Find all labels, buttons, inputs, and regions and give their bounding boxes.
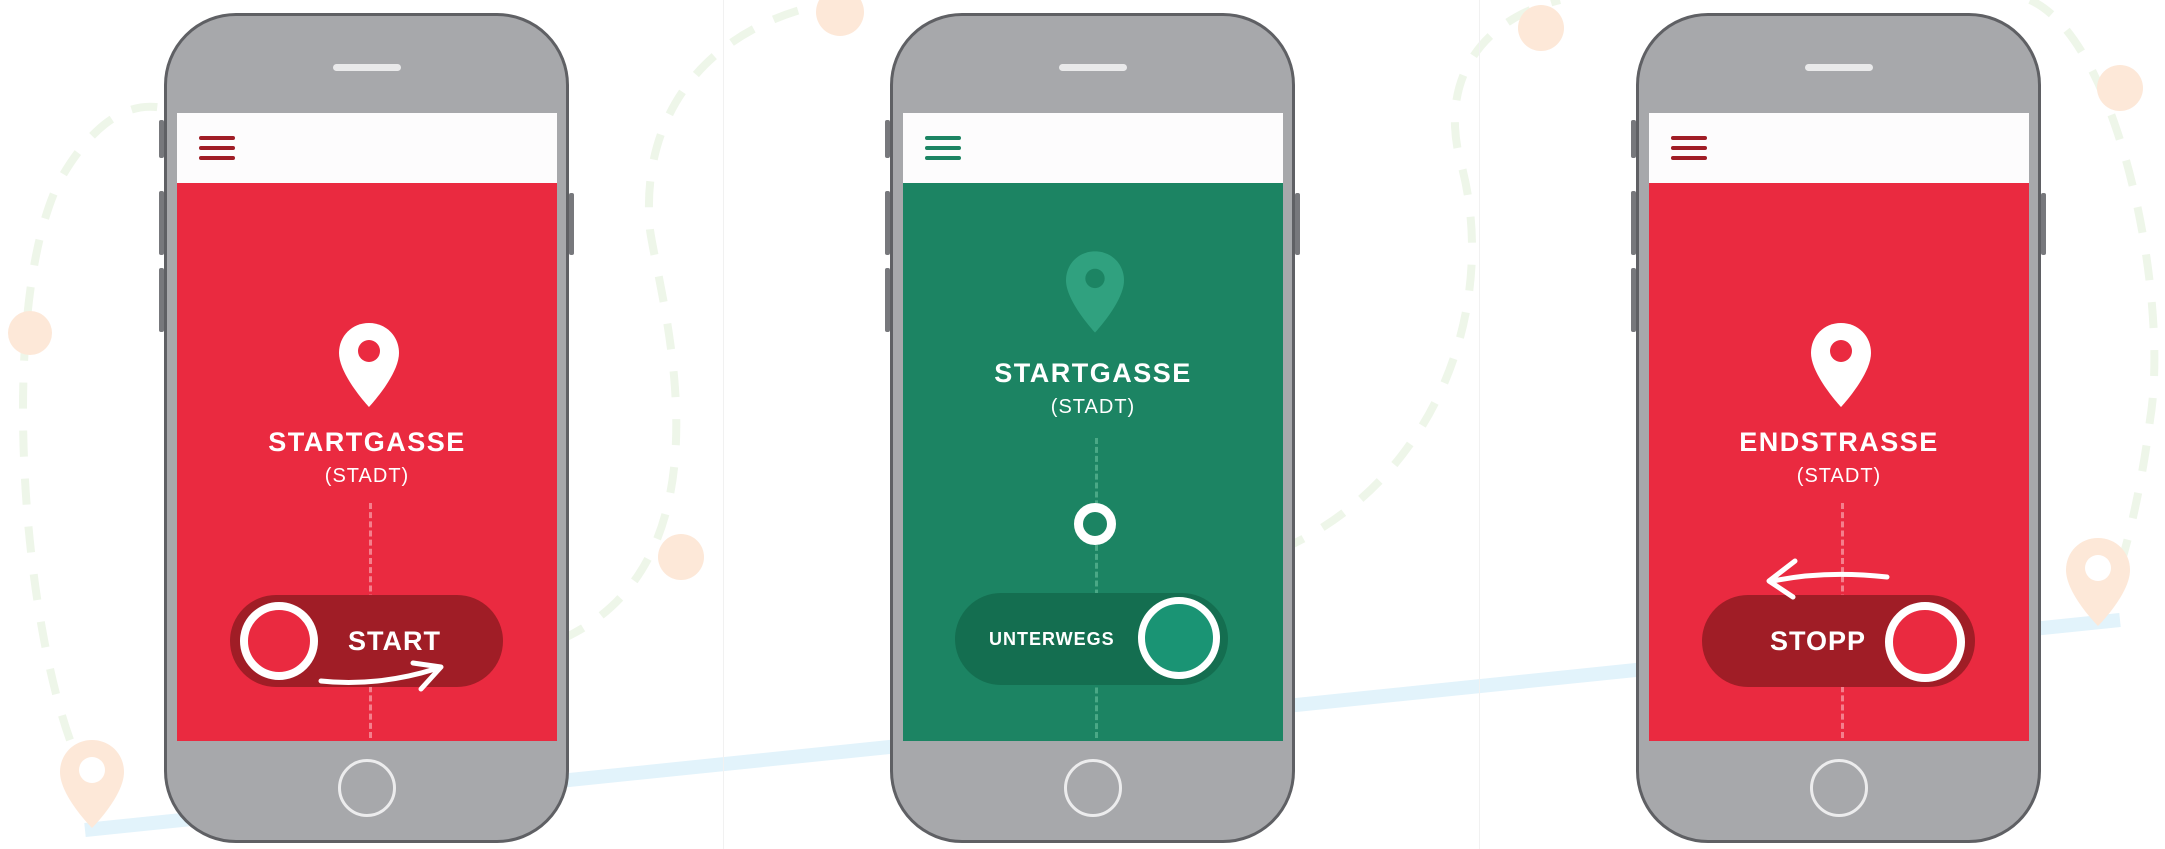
app-bar xyxy=(1649,113,2029,183)
dashed-route-left xyxy=(19,102,172,742)
phone-start: STARTGASSE (STADT) START xyxy=(159,13,574,843)
app-screen: ENDSTRASSE (STADT) STOPP xyxy=(1649,113,2029,741)
panel-divider xyxy=(723,0,724,849)
place-name: STARTGASSE xyxy=(994,358,1192,388)
trip-panel: STARTGASSE (STADT) UNTERWEGS xyxy=(903,183,1283,741)
stop-label: STOPP xyxy=(1770,626,1867,656)
volume-button xyxy=(885,268,890,332)
underway-slider[interactable]: UNTERWEGS xyxy=(955,593,1228,685)
map-pin-icon xyxy=(1066,251,1124,333)
home-button xyxy=(1063,759,1122,817)
slider-knob[interactable] xyxy=(1138,597,1220,679)
underway-label: UNTERWEGS xyxy=(989,629,1115,649)
route-dashed-line xyxy=(1095,438,1098,738)
route-dot xyxy=(8,311,52,355)
route-dot xyxy=(2097,65,2143,111)
place-city: (STADT) xyxy=(324,465,410,487)
app-screen: STARTGASSE (STADT) UNTERWEGS xyxy=(903,113,1283,741)
speaker-grille xyxy=(1058,64,1127,71)
volume-button xyxy=(1631,191,1636,255)
power-button xyxy=(569,193,574,255)
route-pin-icon xyxy=(60,740,124,828)
app-bar xyxy=(903,113,1283,183)
place-city: (STADT) xyxy=(1050,396,1136,418)
hamburger-icon[interactable] xyxy=(1671,136,1707,162)
speaker-grille xyxy=(332,64,401,71)
volume-button xyxy=(159,191,164,255)
power-button xyxy=(2041,193,2046,255)
hamburger-icon[interactable] xyxy=(925,136,961,162)
app-bar xyxy=(177,113,557,183)
speaker-grille xyxy=(1804,64,1873,71)
volume-button xyxy=(885,191,890,255)
volume-button xyxy=(1631,120,1636,158)
trip-panel: STARTGASSE (STADT) START xyxy=(177,183,557,741)
volume-button xyxy=(159,120,164,158)
position-ring-icon xyxy=(1074,503,1116,545)
home-button xyxy=(1809,759,1868,817)
phone-underway: STARTGASSE (STADT) UNTERWEGS xyxy=(885,13,1300,843)
volume-button xyxy=(885,120,890,158)
route-dot xyxy=(816,0,864,36)
trip-panel: ENDSTRASSE (STADT) STOPP xyxy=(1649,183,2029,741)
map-pin-icon xyxy=(339,323,399,407)
place-name: ENDSTRASSE xyxy=(1739,427,1939,457)
home-button xyxy=(337,759,396,817)
app-screen: STARTGASSE (STADT) START xyxy=(177,113,557,741)
route-pin-icon xyxy=(2066,538,2130,626)
route-dot xyxy=(1518,5,1564,51)
power-button xyxy=(1295,193,1300,255)
panel-divider xyxy=(1479,0,1480,849)
map-pin-icon xyxy=(1811,323,1871,407)
stop-slider[interactable]: STOPP xyxy=(1702,595,1975,687)
phone-stop: ENDSTRASSE (STADT) STOPP xyxy=(1631,13,2046,843)
route-dot xyxy=(658,534,704,580)
swipe-left-arrow-icon xyxy=(1766,558,1890,600)
volume-button xyxy=(1631,268,1636,332)
hamburger-icon[interactable] xyxy=(199,136,235,162)
volume-button xyxy=(159,268,164,332)
dashed-route-right xyxy=(1278,0,1561,554)
swipe-right-arrow-icon xyxy=(318,660,444,692)
slider-knob[interactable] xyxy=(240,602,318,680)
place-name: STARTGASSE xyxy=(268,427,466,457)
slider-knob[interactable] xyxy=(1885,602,1965,682)
place-city: (STADT) xyxy=(1796,465,1882,487)
